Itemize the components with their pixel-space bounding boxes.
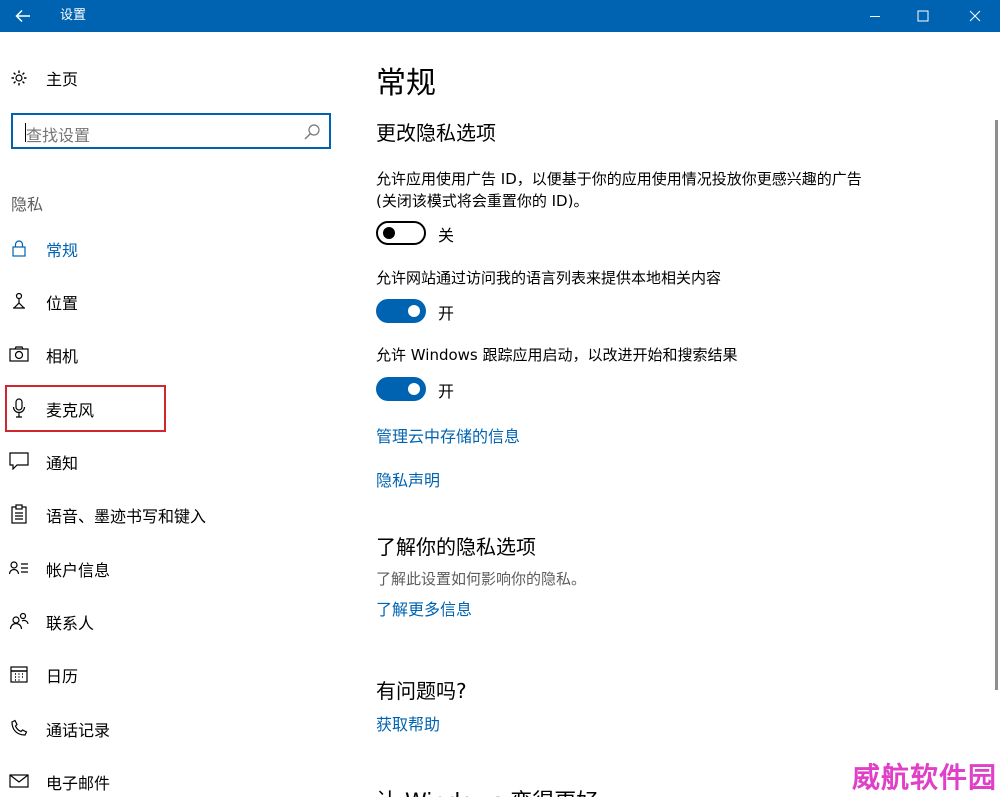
sidebar-item-label: 常规 [46,241,79,260]
sidebar-item-label: 帐户信息 [46,561,111,580]
advertising-id-state: 关 [438,226,455,245]
app-launch-tracking-description: 允许 Windows 跟踪应用启动，以改进开始和搜索结果 [376,346,738,364]
sidebar-item-calendar[interactable]: 日历 [0,652,330,696]
sidebar-item-label: 电子邮件 [46,774,111,793]
back-button[interactable] [0,0,46,32]
manage-cloud-info-link[interactable]: 管理云中存储的信息 [376,423,520,447]
lock-icon [9,238,29,258]
language-list-toggle[interactable] [376,299,426,323]
help-heading: 有问题吗? [376,679,467,703]
sidebar-item-general[interactable]: 常规 [0,226,330,270]
app-launch-tracking-toggle[interactable] [376,377,426,401]
sidebar-item-email[interactable]: 电子邮件 [0,759,330,797]
close-icon [969,10,981,22]
minimize-icon [870,16,880,17]
language-list-description: 允许网站通过访问我的语言列表来提供本地相关内容 [376,269,722,287]
title-bar: 设置 [0,0,1000,32]
sidebar-item-speech-inking-typing[interactable]: 语音、墨迹书写和键入 [0,492,330,536]
page-title: 常规 [376,66,436,101]
home-label: 主页 [46,70,79,89]
back-arrow-icon [15,9,30,23]
highlight-box [5,385,166,432]
privacy-options-heading: 更改隐私选项 [376,121,496,145]
clipboard-icon [9,504,29,524]
contacts-icon [9,611,29,631]
notification-icon [9,451,29,471]
advertising-id-description: 允许应用使用广告 ID，以便基于你的应用使用情况投放你更感兴趣的广告(关闭该模式… [376,170,862,210]
advertising-id-toggle[interactable] [376,221,426,245]
calendar-icon [9,664,29,684]
sidebar-item-label: 通话记录 [46,721,111,740]
toggle-knob [408,305,420,317]
sidebar-item-label: 相机 [46,347,79,366]
sidebar-item-label: 日历 [46,667,79,686]
privacy-section-header: 隐私 [11,195,44,214]
sidebar-item-call-history[interactable]: 通话记录 [0,706,330,750]
sidebar-item-location[interactable]: 位置 [0,279,330,323]
account-info-icon [9,558,29,578]
search-box[interactable]: 查找设置 [11,113,331,149]
location-icon [9,291,29,311]
app-launch-tracking-state: 开 [438,382,455,401]
privacy-statement-link[interactable]: 隐私声明 [376,467,440,491]
learn-more-link[interactable]: 了解更多信息 [376,596,472,620]
toggle-knob [408,383,420,395]
sidebar-item-camera[interactable]: 相机 [0,332,330,376]
get-help-link[interactable]: 获取帮助 [376,711,440,735]
sidebar-item-contacts[interactable]: 联系人 [0,599,330,643]
watermark: 威航软件园 [852,761,998,794]
toggle-knob [383,227,395,239]
learn-privacy-text: 了解此设置如何影响你的隐私。 [376,570,587,588]
maximize-icon [917,10,929,22]
learn-privacy-heading: 了解你的隐私选项 [376,535,536,559]
gear-icon [9,68,29,88]
call-history-icon [9,718,29,738]
sidebar-item-label: 联系人 [46,614,95,633]
minimize-button[interactable] [852,0,898,32]
sidebar-item-label: 通知 [46,454,79,473]
search-icon[interactable] [303,123,321,141]
email-icon [9,771,29,791]
sidebar-item-label: 位置 [46,294,79,313]
camera-icon [9,344,29,364]
close-button[interactable] [952,0,998,32]
window-title: 设置 [60,8,87,23]
sidebar-item-label: 语音、墨迹书写和键入 [46,507,207,526]
feedback-heading-cut-off: 让 Windows 变得更好 [376,784,598,797]
sidebar-item-account-info[interactable]: 帐户信息 [0,546,330,590]
language-list-state: 开 [438,304,455,323]
home-nav-item[interactable]: 主页 [0,57,330,99]
sidebar-item-notifications[interactable]: 通知 [0,439,330,483]
search-placeholder: 查找设置 [26,126,91,145]
scrollbar[interactable] [995,120,998,690]
maximize-button[interactable] [900,0,946,32]
